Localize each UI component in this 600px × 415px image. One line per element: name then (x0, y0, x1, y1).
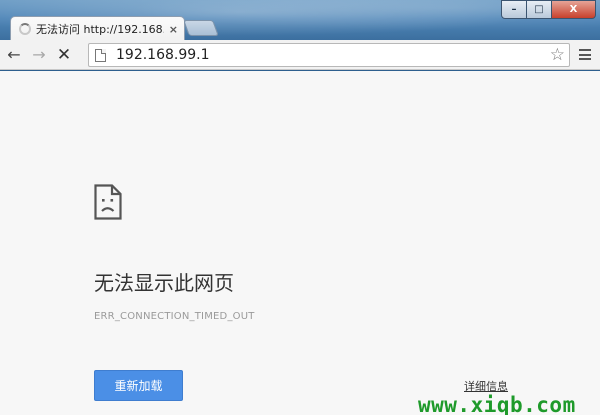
reload-button[interactable]: 重新加载 (94, 370, 183, 401)
loading-spinner-icon (19, 23, 31, 35)
window-controls: – □ X (501, 0, 596, 19)
stop-button[interactable]: ✕ (53, 44, 75, 66)
error-page: 无法显示此网页 ERR_CONNECTION_TIMED_OUT 重新加载 详细… (0, 71, 600, 415)
tab-close-icon[interactable]: × (169, 23, 178, 36)
forward-button[interactable]: → (28, 44, 50, 66)
watermark-text: www.xiqb.com (418, 393, 576, 415)
maximize-button[interactable]: □ (527, 0, 552, 19)
minimize-button[interactable]: – (501, 0, 527, 19)
browser-tab[interactable]: 无法访问 http://192.168. × (10, 16, 185, 41)
browser-toolbar: ← → ✕ 192.168.99.1 ☆ (0, 40, 600, 70)
close-window-button[interactable]: X (552, 0, 596, 19)
details-link[interactable]: 详细信息 (464, 378, 508, 394)
menu-icon[interactable] (579, 49, 591, 60)
error-code: ERR_CONNECTION_TIMED_OUT (94, 311, 255, 322)
address-bar[interactable]: 192.168.99.1 ☆ (88, 43, 570, 67)
back-button[interactable]: ← (3, 44, 25, 66)
new-tab-button[interactable] (183, 20, 219, 36)
bookmark-star-icon[interactable]: ☆ (550, 45, 565, 65)
url-text[interactable]: 192.168.99.1 (116, 47, 550, 63)
error-heading: 无法显示此网页 (94, 271, 234, 295)
page-icon (95, 48, 106, 62)
tab-title: 无法访问 http://192.168. (36, 23, 164, 36)
sad-page-icon (94, 184, 122, 220)
